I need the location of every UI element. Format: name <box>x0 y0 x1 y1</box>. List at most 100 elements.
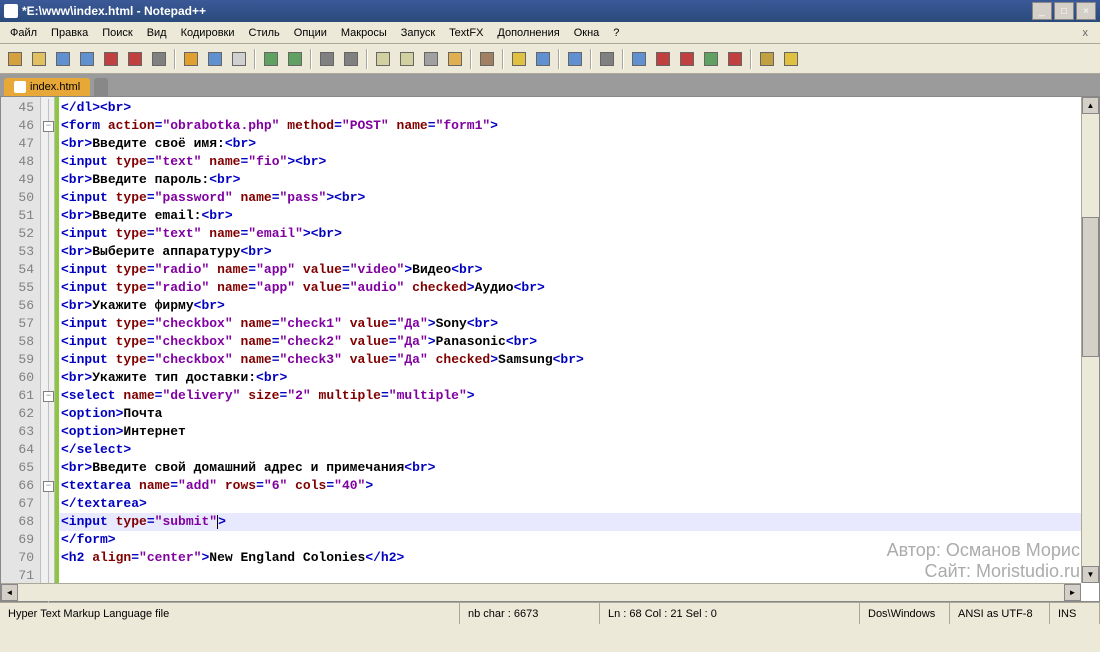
code-line[interactable]: <br>Укажите тип доставки:<br> <box>59 369 1099 387</box>
line-number[interactable]: 59 <box>1 351 40 369</box>
line-number[interactable]: 68 <box>1 513 40 531</box>
toolbar-indent-button[interactable] <box>420 48 442 70</box>
fold-marker[interactable] <box>41 225 54 243</box>
toolbar-zoomin-button[interactable] <box>508 48 530 70</box>
line-number[interactable]: 55 <box>1 279 40 297</box>
fold-marker[interactable] <box>41 423 54 441</box>
line-number[interactable]: 51 <box>1 207 40 225</box>
code-line[interactable]: <input type="checkbox" name="check3" val… <box>59 351 1099 369</box>
toolbar-cut-button[interactable] <box>180 48 202 70</box>
fold-column[interactable] <box>41 97 55 601</box>
toolbar-paste-button[interactable] <box>228 48 250 70</box>
menu-?[interactable]: ? <box>607 25 625 41</box>
menu-правка[interactable]: Правка <box>45 25 94 41</box>
fold-marker[interactable] <box>41 495 54 513</box>
code-area[interactable]: </dl><br><form action="obrabotka.php" me… <box>59 97 1099 601</box>
line-number[interactable]: 45 <box>1 99 40 117</box>
toolbar-open-button[interactable] <box>28 48 50 70</box>
fold-marker[interactable] <box>41 513 54 531</box>
line-number[interactable]: 63 <box>1 423 40 441</box>
toolbar-saveall-button[interactable] <box>76 48 98 70</box>
toolbar-redo-button[interactable] <box>284 48 306 70</box>
code-line[interactable]: <option>Почта <box>59 405 1099 423</box>
scroll-down-button[interactable]: ▼ <box>1082 566 1099 583</box>
toolbar-userlang-button[interactable] <box>444 48 466 70</box>
code-line[interactable]: <input type="checkbox" name="check1" val… <box>59 315 1099 333</box>
menu-стиль[interactable]: Стиль <box>243 25 286 41</box>
code-line[interactable]: <textarea name="add" rows="6" cols="40"> <box>59 477 1099 495</box>
menubar-close-x[interactable]: x <box>1075 25 1097 41</box>
fold-marker[interactable] <box>41 459 54 477</box>
toolbar-record-button[interactable] <box>628 48 650 70</box>
code-line[interactable]: <option>Интернет <box>59 423 1099 441</box>
close-button[interactable]: × <box>1076 2 1096 20</box>
line-number[interactable]: 67 <box>1 495 40 513</box>
code-line[interactable]: <input type="radio" name="app" value="vi… <box>59 261 1099 279</box>
fold-marker[interactable] <box>41 117 54 135</box>
line-number[interactable]: 49 <box>1 171 40 189</box>
code-line[interactable]: <br>Введите email:<br> <box>59 207 1099 225</box>
fold-marker[interactable] <box>41 153 54 171</box>
toolbar-monitor-button[interactable] <box>780 48 802 70</box>
code-line[interactable]: <input type="checkbox" name="check2" val… <box>59 333 1099 351</box>
code-line[interactable]: </dl><br> <box>59 99 1099 117</box>
horizontal-scrollbar[interactable]: ◄ ► <box>1 583 1081 601</box>
line-number[interactable]: 60 <box>1 369 40 387</box>
fold-marker[interactable] <box>41 243 54 261</box>
fold-marker[interactable] <box>41 261 54 279</box>
vertical-scrollbar[interactable]: ▲ ▼ <box>1081 97 1099 583</box>
code-line[interactable]: <br>Введите своё имя:<br> <box>59 135 1099 153</box>
code-line[interactable]: <form action="obrabotka.php" method="POS… <box>59 117 1099 135</box>
fold-marker[interactable] <box>41 531 54 549</box>
maximize-button[interactable]: □ <box>1054 2 1074 20</box>
fold-marker[interactable] <box>41 207 54 225</box>
fold-marker[interactable] <box>41 297 54 315</box>
scroll-thumb[interactable] <box>1082 217 1099 357</box>
code-line[interactable]: </select> <box>59 441 1099 459</box>
tab-overflow[interactable] <box>94 78 108 96</box>
code-line[interactable]: </textarea> <box>59 495 1099 513</box>
line-number[interactable]: 64 <box>1 441 40 459</box>
fold-marker[interactable] <box>41 279 54 297</box>
minimize-button[interactable]: _ <box>1032 2 1052 20</box>
toolbar-find-button[interactable] <box>316 48 338 70</box>
toolbar-bookmark-button[interactable] <box>596 48 618 70</box>
scroll-right-button[interactable]: ► <box>1064 584 1081 601</box>
line-number[interactable]: 47 <box>1 135 40 153</box>
line-number[interactable]: 54 <box>1 261 40 279</box>
code-line[interactable]: <br>Выберите аппаратуру<br> <box>59 243 1099 261</box>
fold-marker[interactable] <box>41 135 54 153</box>
toolbar-folder2-button[interactable] <box>756 48 778 70</box>
code-line[interactable]: <input type="text" name="fio"><br> <box>59 153 1099 171</box>
line-number[interactable]: 62 <box>1 405 40 423</box>
toolbar-undo-button[interactable] <box>260 48 282 70</box>
toolbar-replace-button[interactable] <box>340 48 362 70</box>
menu-опции[interactable]: Опции <box>288 25 333 41</box>
line-number[interactable]: 66 <box>1 477 40 495</box>
scroll-up-button[interactable]: ▲ <box>1082 97 1099 114</box>
menu-вид[interactable]: Вид <box>141 25 173 41</box>
toolbar-close-button[interactable] <box>100 48 122 70</box>
toolbar-allchars-button[interactable] <box>396 48 418 70</box>
fold-marker[interactable] <box>41 441 54 459</box>
menu-макросы[interactable]: Макросы <box>335 25 393 41</box>
line-number[interactable]: 48 <box>1 153 40 171</box>
code-line[interactable]: <br>Введите пароль:<br> <box>59 171 1099 189</box>
toolbar-stop-button[interactable] <box>676 48 698 70</box>
toolbar-zoomout-button[interactable] <box>532 48 554 70</box>
toolbar-wordwrap-button[interactable] <box>372 48 394 70</box>
fold-marker[interactable] <box>41 369 54 387</box>
fold-marker[interactable] <box>41 405 54 423</box>
toolbar-print-button[interactable] <box>148 48 170 70</box>
line-number[interactable]: 58 <box>1 333 40 351</box>
line-number-gutter[interactable]: 4546474849505152535455565758596061626364… <box>1 97 41 601</box>
menu-окна[interactable]: Окна <box>568 25 606 41</box>
line-number[interactable]: 65 <box>1 459 40 477</box>
line-number[interactable]: 69 <box>1 531 40 549</box>
fold-marker[interactable] <box>41 549 54 567</box>
tab-index-html[interactable]: index.html <box>4 78 90 96</box>
toolbar-folder-button[interactable] <box>476 48 498 70</box>
toolbar-closeall-button[interactable] <box>124 48 146 70</box>
line-number[interactable]: 70 <box>1 549 40 567</box>
code-line[interactable]: <input type="radio" name="app" value="au… <box>59 279 1099 297</box>
